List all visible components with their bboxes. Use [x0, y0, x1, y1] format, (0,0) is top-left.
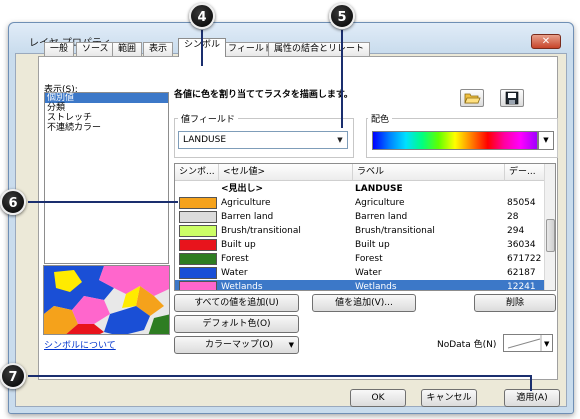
symbol-swatch[interactable] [179, 281, 217, 290]
cell-value: Wetlands [221, 282, 263, 291]
colormap-label: カラーマップ(O) [205, 340, 274, 350]
table-row[interactable]: Brush/transitional Brush/transitional 29… [175, 224, 545, 238]
cell-count: 12241 [507, 282, 536, 291]
cell-value: Built up [221, 240, 256, 250]
value-field-value: LANDUSE [183, 135, 227, 145]
table-heading-row[interactable]: <見出し> LANDUSE [175, 182, 545, 196]
apply-button[interactable]: 適用(A) [504, 389, 560, 407]
color-ramp-dropdown[interactable] [372, 131, 538, 150]
list-item-unique-values[interactable]: 個別値 [45, 93, 168, 103]
cell-value: Water [221, 268, 248, 278]
nodata-color-label: NoData 色(N) [437, 340, 497, 350]
symbology-description: 各値に色を割り当ててラスタを描画します。 [174, 90, 353, 100]
cell-label[interactable]: Forest [355, 253, 383, 265]
cell-label[interactable]: Built up [355, 239, 390, 251]
add-all-values-button[interactable]: すべての値を追加(U) [174, 294, 299, 312]
table-row-selected[interactable]: Wetlands Wetlands 12241 [175, 280, 545, 291]
cell-label[interactable]: Brush/transitional [355, 225, 435, 237]
list-item-classified[interactable]: 分類 [45, 103, 168, 113]
cell-value: Brush/transitional [221, 226, 301, 236]
unique-values-table[interactable]: シンボ... <セル値> ラベル デー... <見出し> LANDUSE Agr… [174, 163, 556, 291]
cancel-button[interactable]: キャンセル [421, 389, 477, 407]
remove-button[interactable]: 削除 [474, 294, 556, 312]
symbol-swatch[interactable] [179, 197, 217, 209]
list-item-stretched[interactable]: ストレッチ [45, 113, 168, 123]
close-button[interactable]: ✕ [531, 34, 561, 49]
cell-value: Forest [221, 254, 249, 264]
cell-value: Agriculture [221, 198, 271, 208]
scrollbar-thumb[interactable] [546, 219, 555, 252]
callout-4-line [201, 30, 203, 66]
column-symbol[interactable]: シンボ... [175, 164, 219, 181]
cell-count: 36034 [507, 240, 536, 250]
tab-display[interactable]: 表示 [143, 42, 174, 56]
colormap-button[interactable]: カラーマップ(O) ▼ [174, 336, 299, 354]
tab-joins-relates[interactable]: 属性の結合とリレート [268, 42, 371, 56]
default-colors-button[interactable]: デフォルト色(O) [174, 315, 299, 333]
column-value[interactable]: <セル値> [219, 164, 353, 181]
color-ramp-chevron-icon[interactable]: ▼ [538, 131, 554, 150]
callout-7: 7 [0, 363, 26, 389]
heading-label: LANDUSE [355, 184, 403, 194]
table-row[interactable]: Forest Forest 671722 [175, 252, 545, 266]
callout-7-line [28, 375, 532, 377]
symbol-swatch[interactable] [179, 225, 217, 237]
cell-count: 294 [507, 226, 525, 236]
cell-count: 85054 [507, 198, 536, 208]
value-field-label: 値フィールド [178, 112, 238, 125]
table-scrollbar[interactable] [544, 164, 555, 290]
column-count[interactable]: デー... [505, 164, 547, 181]
value-field-dropdown[interactable]: LANDUSE ▼ [178, 131, 348, 149]
preview-image [43, 265, 170, 335]
tab-general[interactable]: 一般 [44, 42, 75, 56]
callout-4: 4 [189, 3, 215, 29]
table-row[interactable]: Water Water 62187 [175, 266, 545, 280]
chevron-down-icon: ▼ [337, 136, 343, 144]
cell-label[interactable]: Wetlands [355, 281, 397, 290]
symbol-swatch[interactable] [179, 267, 217, 279]
table-row[interactable]: Built up Built up 36034 [175, 238, 545, 252]
cell-value: Barren land [221, 212, 274, 222]
heading-value: <見出し> [221, 184, 264, 194]
tab-source[interactable]: ソース [76, 42, 115, 56]
cell-label[interactable]: Water [355, 267, 382, 279]
tab-extent[interactable]: 範囲 [112, 42, 143, 56]
about-symbology-link[interactable]: シンボルについて [44, 338, 116, 351]
table-row[interactable]: Barren land Barren land 28 [175, 210, 545, 224]
callout-6: 6 [0, 189, 26, 215]
save-button[interactable] [500, 89, 524, 107]
open-folder-icon [464, 93, 481, 104]
svg-text:▼: ▼ [544, 340, 550, 348]
open-folder-button[interactable] [460, 89, 484, 107]
cell-label[interactable]: Barren land [355, 211, 407, 223]
nodata-swatch-icon: ▼ [507, 335, 550, 351]
symbol-swatch[interactable] [179, 239, 217, 251]
symbol-swatch[interactable] [179, 253, 217, 265]
callout-5-line [341, 30, 343, 128]
save-icon [505, 91, 519, 105]
table-row[interactable]: Agriculture Agriculture 85054 [175, 196, 545, 210]
nodata-color-picker[interactable]: ▼ [503, 334, 553, 352]
cell-count: 671722 [507, 254, 542, 264]
add-values-button[interactable]: 値を追加(V)... [312, 294, 416, 312]
cell-count: 28 [507, 212, 519, 222]
symbol-swatch[interactable] [179, 211, 217, 223]
column-label[interactable]: ラベル [353, 164, 505, 181]
color-scheme-label: 配色 [368, 112, 393, 125]
cell-label[interactable]: Agriculture [355, 197, 405, 209]
chevron-down-icon: ▼ [288, 341, 294, 349]
list-item-discrete-color[interactable]: 不連続カラー [45, 123, 168, 133]
callout-7-line-drop [530, 375, 532, 391]
callout-6-line [28, 201, 178, 203]
callout-5: 5 [329, 3, 355, 29]
renderer-list[interactable]: 個別値 分類 ストレッチ 不連続カラー [44, 92, 169, 264]
ok-button[interactable]: OK [350, 389, 406, 407]
cell-count: 62187 [507, 268, 536, 278]
